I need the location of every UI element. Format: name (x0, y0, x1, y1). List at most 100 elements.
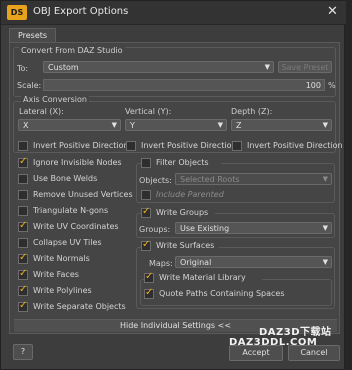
write-material-library-checkbox[interactable]: Write Material Library (144, 271, 262, 286)
checkbox[interactable] (144, 287, 154, 299)
write-groups-checkbox[interactable]: Write Groups (141, 206, 215, 221)
groups-value: Use Existing (180, 224, 230, 233)
options-list: Ignore Invisible Nodes Use Bone Welds Remo… (18, 156, 136, 317)
groups-label: Groups: (139, 225, 171, 234)
checkbox[interactable] (18, 268, 28, 280)
checkbox[interactable] (232, 141, 242, 151)
option-checkbox[interactable]: Write Separate Objects (18, 300, 136, 315)
title-bar[interactable]: DS OBJ Export Options ✕ (1, 1, 346, 25)
quote-paths-checkbox[interactable]: Quote Paths Containing Spaces (144, 287, 294, 302)
checkbox[interactable] (141, 239, 151, 251)
write-surfaces-label: Write Surfaces (156, 241, 215, 250)
tab-presets[interactable]: Presets (9, 28, 56, 42)
invert-z-checkbox[interactable]: Invert Positive Direction (232, 140, 343, 154)
invert-z-label: Invert Positive Direction (247, 141, 343, 150)
obj-export-dialog: DS OBJ Export Options ✕ Presets Convert … (0, 0, 346, 370)
objects-label: Objects: (139, 176, 172, 185)
depth-dropdown[interactable]: Z ▼ (231, 119, 332, 131)
write-groups-label: Write Groups (156, 208, 209, 217)
invert-y-checkbox[interactable]: Invert Positive Direction (126, 140, 237, 154)
window-title: OBJ Export Options (33, 6, 129, 17)
depth-value: Z (236, 121, 242, 130)
chevron-down-icon: ▼ (322, 258, 328, 266)
chevron-down-icon: ▼ (322, 224, 328, 232)
chevron-down-icon: ▼ (322, 121, 328, 129)
checkbox[interactable] (18, 174, 28, 184)
option-checkbox[interactable]: Collapse UV Tiles (18, 237, 136, 251)
option-label: Write Separate Objects (33, 302, 126, 311)
lateral-label: Lateral (X): (19, 107, 64, 116)
groups-dropdown[interactable]: Use Existing ▼ (175, 222, 332, 234)
option-checkbox[interactable]: Triangulate N-gons (18, 205, 136, 219)
checkbox[interactable] (141, 206, 151, 218)
checkbox[interactable] (18, 190, 28, 200)
option-checkbox[interactable]: Write Normals (18, 252, 136, 267)
objects-value: Selected Roots (180, 175, 240, 184)
lateral-value: X (23, 121, 29, 130)
option-label: Remove Unused Vertices (33, 190, 133, 199)
settings-panel: Convert From DAZ Studio To: Custom ▼ Sav… (9, 42, 343, 334)
include-parented-label: Include Parented (156, 190, 224, 199)
save-preset-button[interactable]: Save Preset (278, 61, 332, 73)
background-strip (345, 0, 352, 370)
invert-x-label: Invert Positive Direction (33, 141, 129, 150)
checkbox[interactable] (141, 190, 151, 200)
checkbox[interactable] (18, 284, 28, 296)
write-surfaces-checkbox[interactable]: Write Surfaces (141, 239, 219, 254)
axis-legend: Axis Conversion (21, 95, 89, 104)
checkbox[interactable] (126, 141, 136, 151)
checkbox[interactable] (144, 271, 154, 283)
objects-dropdown[interactable]: Selected Roots ▼ (175, 173, 332, 185)
option-label: Ignore Invisible Nodes (33, 158, 122, 167)
watermark-line-1: DAZ3D下载站 (259, 327, 332, 338)
option-checkbox[interactable]: Ignore Invisible Nodes (18, 156, 136, 171)
checkbox[interactable] (141, 158, 151, 168)
option-label: Write UV Coordinates (33, 222, 119, 231)
vertical-value: Y (130, 121, 135, 130)
option-label: Use Bone Welds (33, 174, 98, 183)
write-material-library-label: Write Material Library (159, 273, 246, 282)
checkbox[interactable] (18, 220, 28, 232)
include-parented-checkbox[interactable]: Include Parented (141, 189, 261, 203)
daz-studio-icon: DS (7, 5, 27, 20)
checkbox[interactable] (18, 141, 28, 151)
help-button[interactable]: ? (13, 344, 33, 360)
to-dropdown[interactable]: Custom ▼ (43, 61, 274, 73)
option-checkbox[interactable]: Use Bone Welds (18, 173, 136, 187)
checkbox[interactable] (18, 300, 28, 312)
option-label: Collapse UV Tiles (33, 238, 102, 247)
option-checkbox[interactable]: Write Faces (18, 268, 136, 283)
scale-label: Scale: (17, 81, 42, 90)
vertical-dropdown[interactable]: Y ▼ (125, 119, 227, 131)
invert-x-checkbox[interactable]: Invert Positive Direction (18, 140, 129, 154)
maps-dropdown[interactable]: Original ▼ (175, 256, 332, 268)
option-checkbox[interactable]: Write UV Coordinates (18, 220, 136, 235)
to-value: Custom (48, 63, 79, 72)
option-checkbox[interactable]: Write Polylines (18, 284, 136, 299)
chevron-down-icon: ▼ (217, 121, 223, 129)
checkbox[interactable] (18, 206, 28, 216)
watermark-line-2: DAZ3DDL.COM (229, 337, 318, 348)
close-icon[interactable]: ✕ (327, 4, 338, 19)
option-checkbox[interactable]: Remove Unused Vertices (18, 189, 136, 203)
checkbox[interactable] (18, 156, 28, 168)
scale-value: 100 (305, 81, 321, 90)
vertical-label: Vertical (Y): (125, 107, 172, 116)
option-label: Write Polylines (33, 286, 92, 295)
filter-objects-label: Filter Objects (156, 158, 209, 167)
convert-legend: Convert From DAZ Studio (19, 46, 125, 55)
depth-label: Depth (Z): (231, 107, 273, 116)
chevron-down-icon: ▼ (264, 63, 270, 71)
option-label: Write Faces (33, 270, 79, 279)
checkbox[interactable] (18, 252, 28, 264)
help-icon: ? (20, 347, 26, 356)
checkbox[interactable] (18, 238, 28, 248)
filter-objects-checkbox[interactable]: Filter Objects (141, 157, 221, 171)
maps-value: Original (180, 258, 212, 267)
lateral-dropdown[interactable]: X ▼ (18, 119, 121, 131)
maps-label: Maps: (149, 259, 173, 268)
scale-field[interactable]: 100 (43, 79, 325, 91)
option-label: Triangulate N-gons (33, 206, 109, 215)
scale-unit: % (328, 81, 336, 90)
chevron-down-icon: ▼ (322, 175, 328, 183)
